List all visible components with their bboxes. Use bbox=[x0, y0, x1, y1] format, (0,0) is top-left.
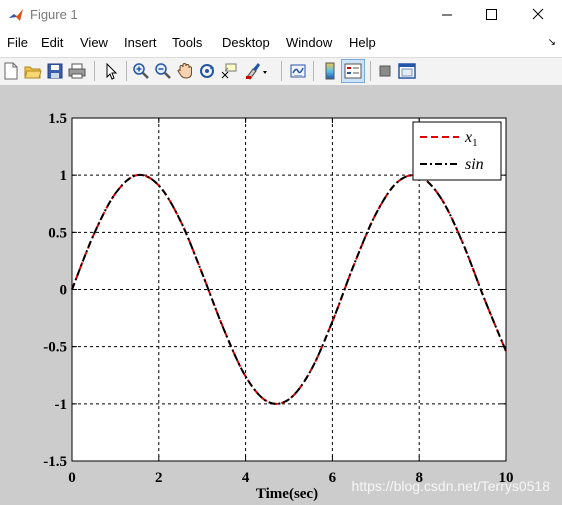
figure-toolbar bbox=[0, 57, 562, 86]
y-tick-label: 0 bbox=[60, 283, 68, 299]
menu-desktop[interactable]: Desktop bbox=[222, 35, 270, 50]
x-tick-label: 4 bbox=[242, 470, 250, 486]
x-axis-label: Time(sec) bbox=[256, 486, 318, 502]
brush-icon[interactable] bbox=[242, 60, 267, 82]
toolbar-separator bbox=[281, 61, 282, 81]
pointer-icon[interactable] bbox=[100, 60, 122, 82]
legend-label-sin: sin bbox=[465, 156, 484, 173]
data-cursor-icon[interactable] bbox=[218, 60, 240, 82]
minimize-icon bbox=[442, 14, 452, 16]
dock-arrow-icon[interactable]: ↘ bbox=[548, 37, 556, 48]
menu-bar: File Edit View Insert Tools Desktop Wind… bbox=[0, 32, 562, 54]
title-bar[interactable]: Figure 1 bbox=[0, 0, 562, 30]
menu-edit[interactable]: Edit bbox=[41, 35, 63, 50]
zoom-out-icon[interactable] bbox=[152, 60, 174, 82]
y-tick-labels: 1.5 1 0.5 0 -0.5 -1 -1.5 bbox=[43, 111, 67, 470]
toolbar-separator bbox=[313, 61, 314, 81]
window-title: Figure 1 bbox=[30, 7, 78, 22]
print-icon[interactable] bbox=[66, 60, 88, 82]
matlab-logo-icon bbox=[8, 7, 24, 23]
figure-window: Figure 1 File Edit View Insert Tools Des… bbox=[0, 0, 562, 505]
menu-tools[interactable]: Tools bbox=[172, 35, 202, 50]
link-plot-icon[interactable] bbox=[287, 60, 309, 82]
colorbar-icon[interactable] bbox=[319, 60, 341, 82]
new-figure-icon[interactable] bbox=[0, 60, 22, 82]
toolbar-separator bbox=[94, 61, 95, 81]
y-tick-label: 1.5 bbox=[48, 111, 67, 127]
legend-icon[interactable] bbox=[341, 59, 365, 83]
line-chart[interactable]: 0 2 4 6 8 10 1.510.50-0.5-1-1.5 Time(sec) x1 … bbox=[0, 85, 562, 505]
save-icon[interactable] bbox=[44, 60, 66, 82]
watermark-text: https://blog.csdn.net/Terrys0518 bbox=[352, 478, 551, 494]
menu-help[interactable]: Help bbox=[349, 35, 376, 50]
menu-window[interactable]: Window bbox=[286, 35, 332, 50]
open-file-icon[interactable] bbox=[22, 60, 44, 82]
x-tick-label: 0 bbox=[68, 470, 76, 486]
close-button[interactable] bbox=[515, 0, 561, 30]
menu-file[interactable]: File bbox=[7, 35, 28, 50]
show-plot-tools-icon[interactable] bbox=[396, 60, 418, 82]
y-tick-label: -1.5 bbox=[43, 454, 67, 470]
maximize-button[interactable] bbox=[469, 0, 515, 30]
zoom-in-icon[interactable] bbox=[130, 60, 152, 82]
x-tick-label: 2 bbox=[155, 470, 163, 486]
legend-box bbox=[412, 121, 502, 181]
close-icon bbox=[532, 8, 544, 20]
minimize-button[interactable] bbox=[424, 0, 470, 30]
y-tick-label: -1 bbox=[55, 397, 68, 413]
maximize-icon bbox=[486, 9, 497, 20]
menu-view[interactable]: View bbox=[80, 35, 108, 50]
figure-canvas: 0 2 4 6 8 10 1.5 1 0.5 0 -0.5 -1 -1.5 Time(sec) x1 … bbox=[0, 85, 562, 505]
y-tick-label: -0.5 bbox=[43, 340, 67, 356]
hide-plot-tools-icon[interactable] bbox=[374, 60, 396, 82]
menu-insert[interactable]: Insert bbox=[124, 35, 157, 50]
toolbar-separator bbox=[126, 61, 127, 81]
rotate-3d-icon[interactable] bbox=[196, 60, 218, 82]
y-tick-label: 1 bbox=[60, 168, 68, 184]
y-tick-label: 0.5 bbox=[48, 225, 67, 241]
legend[interactable]: x1 sin bbox=[412, 121, 502, 181]
x-tick-label: 6 bbox=[329, 470, 337, 486]
pan-hand-icon[interactable] bbox=[174, 60, 196, 82]
toolbar-separator bbox=[370, 61, 371, 81]
